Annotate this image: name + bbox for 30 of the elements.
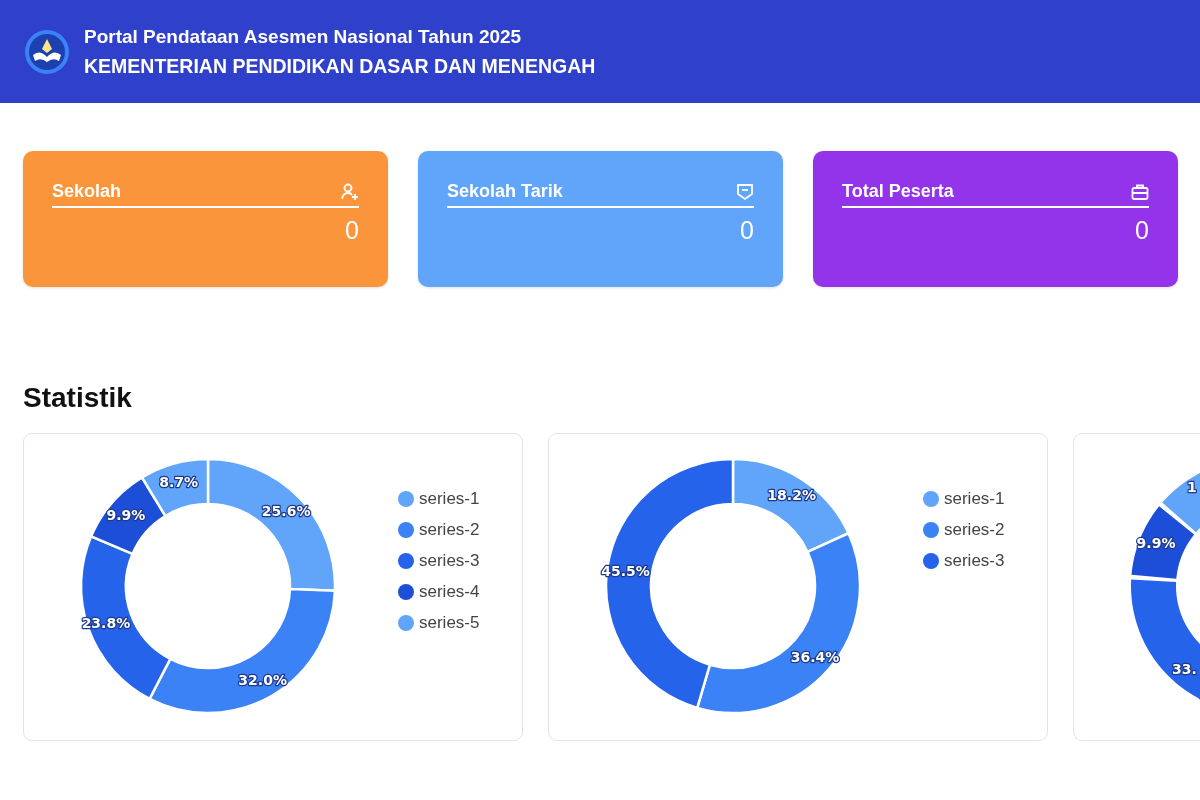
ministry-name: KEMENTERIAN PENDIDIKAN DASAR DAN MENENGAH bbox=[84, 54, 596, 78]
legend-label[interactable]: series-4 bbox=[419, 582, 480, 602]
legend-label[interactable]: series-1 bbox=[944, 489, 1005, 509]
stat-value: 0 bbox=[1134, 216, 1149, 245]
slice-label: 9.9% bbox=[1136, 535, 1176, 551]
portal-title: Portal Pendataan Asesmen Nasional Tahun 2025 bbox=[84, 25, 523, 48]
slice-label: 8.7% bbox=[159, 473, 199, 490]
stat-label: Total Peserta bbox=[842, 181, 954, 202]
stat-label: Sekolah bbox=[52, 181, 122, 202]
legend-label[interactable]: series-2 bbox=[419, 520, 480, 540]
shield-icon bbox=[736, 182, 754, 201]
logo-icon bbox=[24, 28, 70, 75]
slice-label: 18.2% bbox=[767, 486, 816, 503]
legend-label[interactable]: series-1 bbox=[419, 489, 480, 509]
slice-label: 9.9% bbox=[106, 507, 146, 523]
slice-label: 32.0% bbox=[238, 671, 287, 688]
legend-label[interactable]: series-3 bbox=[419, 551, 480, 571]
legend-label[interactable]: series-2 bbox=[944, 520, 1005, 540]
section-title: Statistik bbox=[23, 383, 133, 413]
legend-label[interactable]: series-5 bbox=[419, 613, 480, 633]
legend-label[interactable]: series-3 bbox=[944, 551, 1005, 571]
person-plus-icon bbox=[341, 182, 359, 201]
slice-label: 36.4% bbox=[790, 649, 840, 666]
stat-value: 0 bbox=[344, 216, 359, 245]
stat-label: Sekolah Tarik bbox=[447, 181, 563, 202]
briefcase-icon bbox=[1131, 182, 1149, 201]
stat-value: 0 bbox=[739, 216, 754, 245]
slice-label: 25.6% bbox=[261, 502, 311, 519]
slice-label: 33. bbox=[1172, 661, 1197, 677]
slice-label: 1 bbox=[1187, 479, 1197, 495]
